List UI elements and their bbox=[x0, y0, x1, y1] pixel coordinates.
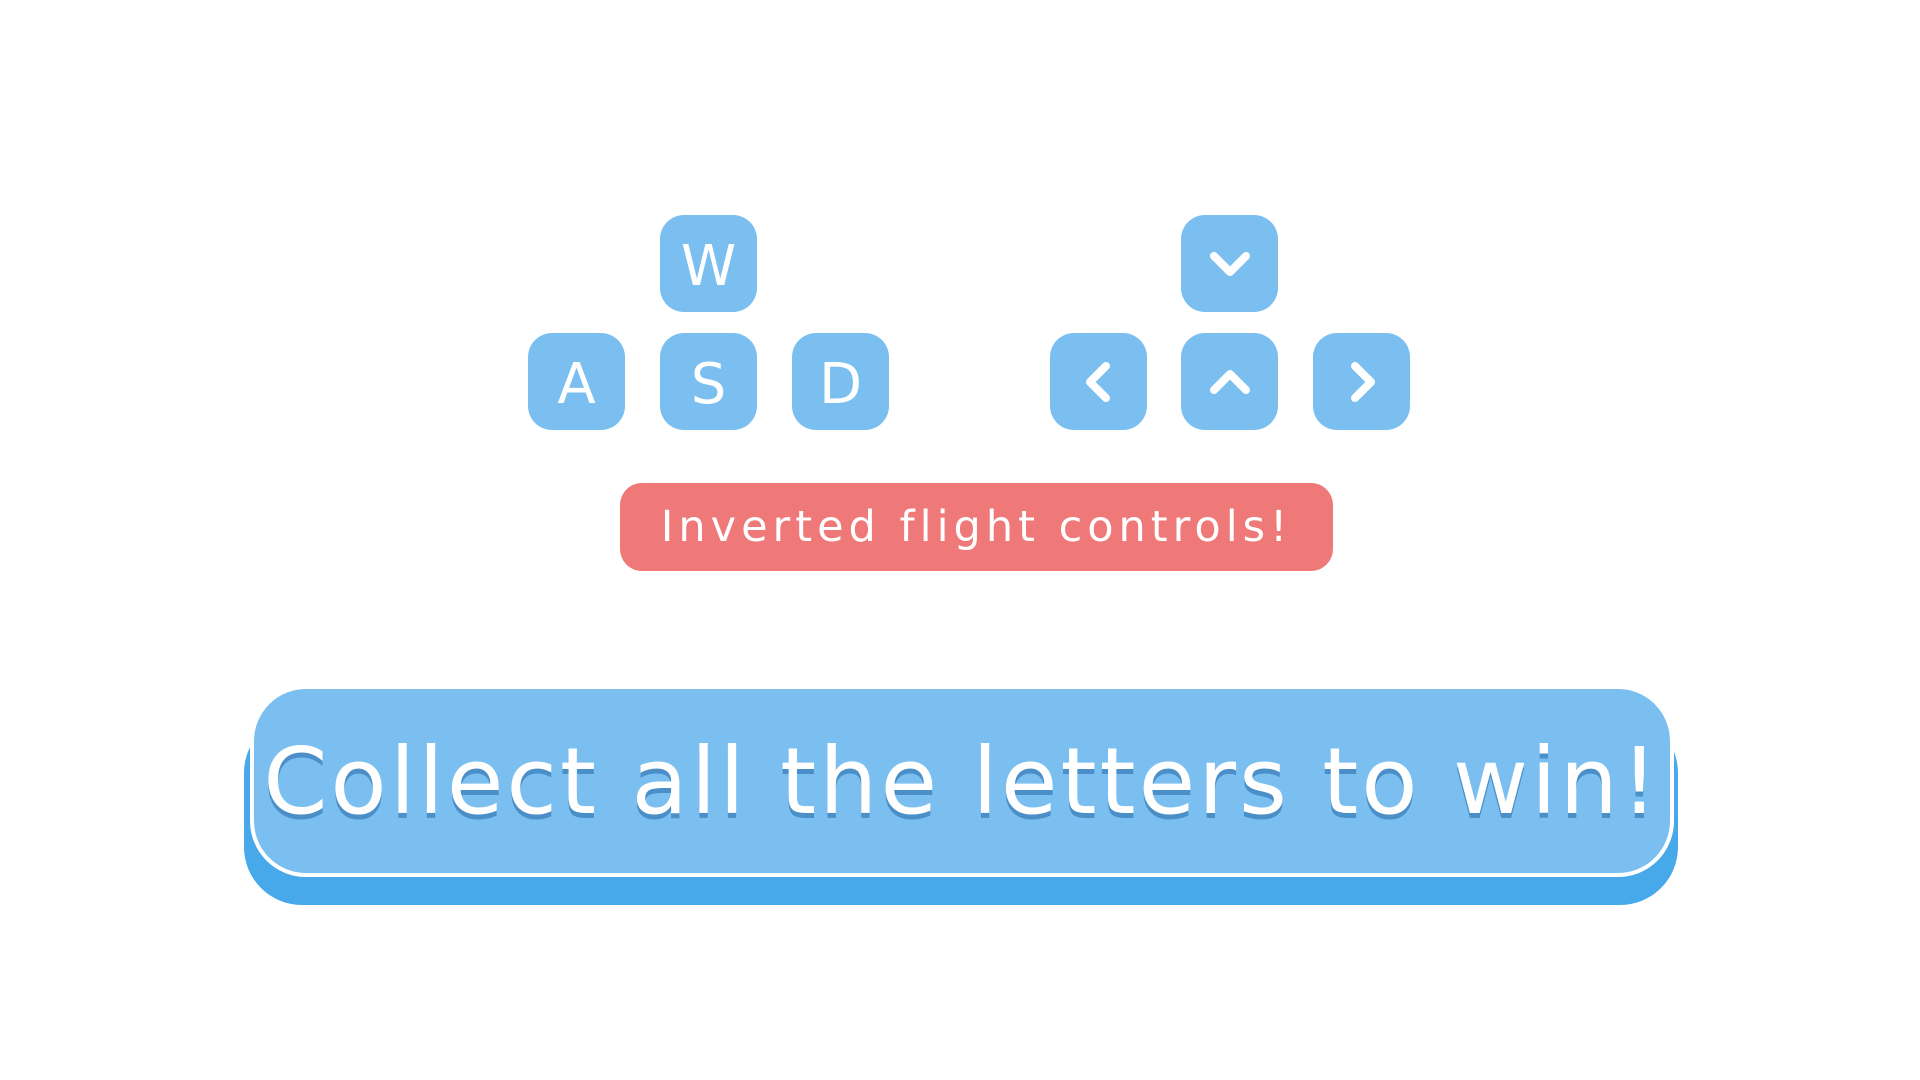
key-arrow-middle bbox=[1181, 333, 1278, 430]
key-arrow-left bbox=[1050, 333, 1147, 430]
key-s-label: S bbox=[690, 351, 727, 417]
banner-text: Inverted flight controls! bbox=[660, 502, 1293, 552]
key-s: S bbox=[660, 333, 757, 430]
controls-screen: W A S D Inverted flight controls! Collec… bbox=[0, 0, 1920, 1080]
chevron-up-icon bbox=[1209, 369, 1250, 394]
key-w: W bbox=[660, 215, 757, 312]
key-d: D bbox=[792, 333, 889, 430]
key-d-label: D bbox=[818, 351, 863, 417]
key-a: A bbox=[528, 333, 625, 430]
chevron-down-icon bbox=[1209, 251, 1250, 276]
inverted-controls-banner: Inverted flight controls! bbox=[620, 483, 1333, 571]
collect-letters-button[interactable]: Collect all the letters to win! bbox=[250, 685, 1674, 877]
chevron-right-icon bbox=[1350, 361, 1375, 402]
chevron-left-icon bbox=[1085, 361, 1110, 402]
key-arrow-top bbox=[1181, 215, 1278, 312]
key-w-label: W bbox=[680, 233, 737, 299]
key-arrow-right bbox=[1313, 333, 1410, 430]
key-a-label: A bbox=[557, 351, 596, 417]
cta-label: Collect all the letters to win! bbox=[263, 727, 1661, 835]
